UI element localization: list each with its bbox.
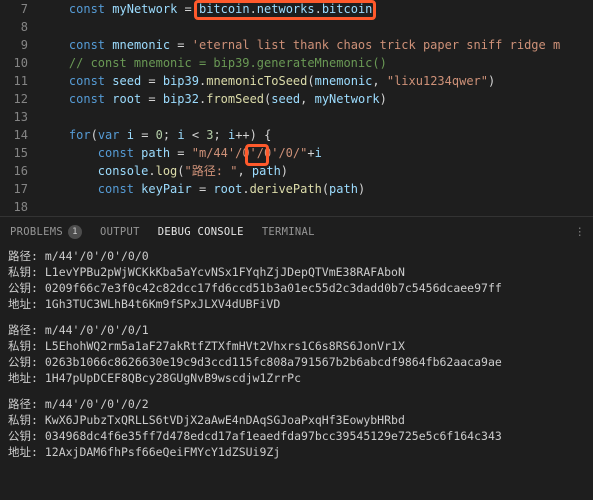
- console-line: 路径: m/44'/0'/0'/0/0: [8, 248, 585, 264]
- console-line: 路径: m/44'/0'/0'/0/2: [8, 396, 585, 412]
- console-line: 地址: 1Gh3TUC3WLhB4t6Km9fSPxJLXV4dUBFiVD: [8, 296, 585, 312]
- code-content[interactable]: const mnemonic = 'eternal list thank cha…: [40, 36, 593, 54]
- console-line: 私钥: KwX6JPubzTxQRLLS6tVDjX2aAwE4nDAqSGJo…: [8, 412, 585, 428]
- line-number: 17: [0, 180, 40, 198]
- line-number: 9: [0, 36, 40, 54]
- code-line[interactable]: 17 const keyPair = root.derivePath(path): [0, 180, 593, 198]
- code-content[interactable]: const myNetwork = bitcoin.networks.bitco…: [40, 0, 593, 18]
- code-line[interactable]: 13: [0, 108, 593, 126]
- console-block: 路径: m/44'/0'/0'/0/1私钥: L5EhohWQ2rm5a1aF2…: [8, 322, 585, 386]
- code-line[interactable]: 7 const myNetwork = bitcoin.networks.bit…: [0, 0, 593, 18]
- line-number: 18: [0, 198, 40, 216]
- code-line[interactable]: 15 const path = "m/44'/0'/0'/0/"+i: [0, 144, 593, 162]
- console-block: 路径: m/44'/0'/0'/0/0私钥: L1evYPBu2pWjWCKkK…: [8, 248, 585, 312]
- code-content[interactable]: const path = "m/44'/0'/0'/0/"+i: [40, 144, 593, 162]
- line-number: 16: [0, 162, 40, 180]
- tab-output[interactable]: OUTPUT: [100, 226, 140, 238]
- code-line[interactable]: 11 const seed = bip39.mnemonicToSeed(mne…: [0, 72, 593, 90]
- code-content[interactable]: console.log("路径: ", path): [40, 162, 593, 180]
- console-line: 私钥: L1evYPBu2pWjWCKkKba5aYcvNSx1FYqhZjJD…: [8, 264, 585, 280]
- tab-problems[interactable]: PROBLEMS 1: [10, 225, 82, 239]
- code-line[interactable]: 10 // const mnemonic = bip39.generateMne…: [0, 54, 593, 72]
- line-number: 10: [0, 54, 40, 72]
- code-line[interactable]: 12 const root = bip32.fromSeed(seed, myN…: [0, 90, 593, 108]
- code-content[interactable]: [40, 108, 593, 126]
- console-line: 公钥: 0263b1066c8626630e19c9d3ccd115fc808a…: [8, 354, 585, 370]
- panel-tab-bar: PROBLEMS 1 OUTPUT DEBUG CONSOLE TERMINAL…: [0, 216, 593, 246]
- console-block: 路径: m/44'/0'/0'/0/2私钥: KwX6JPubzTxQRLLS6…: [8, 396, 585, 460]
- code-line[interactable]: 18: [0, 198, 593, 216]
- line-number: 7: [0, 0, 40, 18]
- code-editor[interactable]: 7 const myNetwork = bitcoin.networks.bit…: [0, 0, 593, 216]
- tab-debug-console[interactable]: DEBUG CONSOLE: [158, 226, 244, 238]
- console-line: 公钥: 034968dc4f6e35ff7d478edcd17af1eaedfd…: [8, 428, 585, 444]
- code-content[interactable]: for(var i = 0; i < 3; i++) {: [40, 126, 593, 144]
- problems-badge: 1: [68, 225, 82, 239]
- code-line[interactable]: 8: [0, 18, 593, 36]
- tab-problems-label: PROBLEMS: [10, 226, 63, 238]
- panel-settings-icon[interactable]: ⋮: [575, 226, 586, 238]
- line-number: 14: [0, 126, 40, 144]
- console-line: 地址: 12AxjDAM6fhPsf66eQeiFMYcY1dZSUi9Zj: [8, 444, 585, 460]
- console-line: 公钥: 0209f66c7e3f0c42c82dcc17fd6ccd51b3a0…: [8, 280, 585, 296]
- line-number: 13: [0, 108, 40, 126]
- line-number: 15: [0, 144, 40, 162]
- code-content[interactable]: const root = bip32.fromSeed(seed, myNetw…: [40, 90, 593, 108]
- code-line[interactable]: 14 for(var i = 0; i < 3; i++) {: [0, 126, 593, 144]
- line-number: 8: [0, 18, 40, 36]
- code-content[interactable]: [40, 198, 593, 216]
- tab-terminal[interactable]: TERMINAL: [262, 226, 315, 238]
- console-line: 地址: 1H47pUpDCEF8QBcy28GUgNvB9wscdjw1ZrrP…: [8, 370, 585, 386]
- code-line[interactable]: 9 const mnemonic = 'eternal list thank c…: [0, 36, 593, 54]
- console-line: 私钥: L5EhohWQ2rm5a1aF27akRtfZTXfmHVt2Vhxr…: [8, 338, 585, 354]
- code-content[interactable]: [40, 18, 593, 36]
- code-line[interactable]: 16 console.log("路径: ", path): [0, 162, 593, 180]
- console-line: 路径: m/44'/0'/0'/0/1: [8, 322, 585, 338]
- line-number: 12: [0, 90, 40, 108]
- code-content[interactable]: const keyPair = root.derivePath(path): [40, 180, 593, 198]
- code-content[interactable]: const seed = bip39.mnemonicToSeed(mnemon…: [40, 72, 593, 90]
- debug-console-output[interactable]: 路径: m/44'/0'/0'/0/0私钥: L1evYPBu2pWjWCKkK…: [0, 246, 593, 472]
- code-content[interactable]: // const mnemonic = bip39.generateMnemon…: [40, 54, 593, 72]
- line-number: 11: [0, 72, 40, 90]
